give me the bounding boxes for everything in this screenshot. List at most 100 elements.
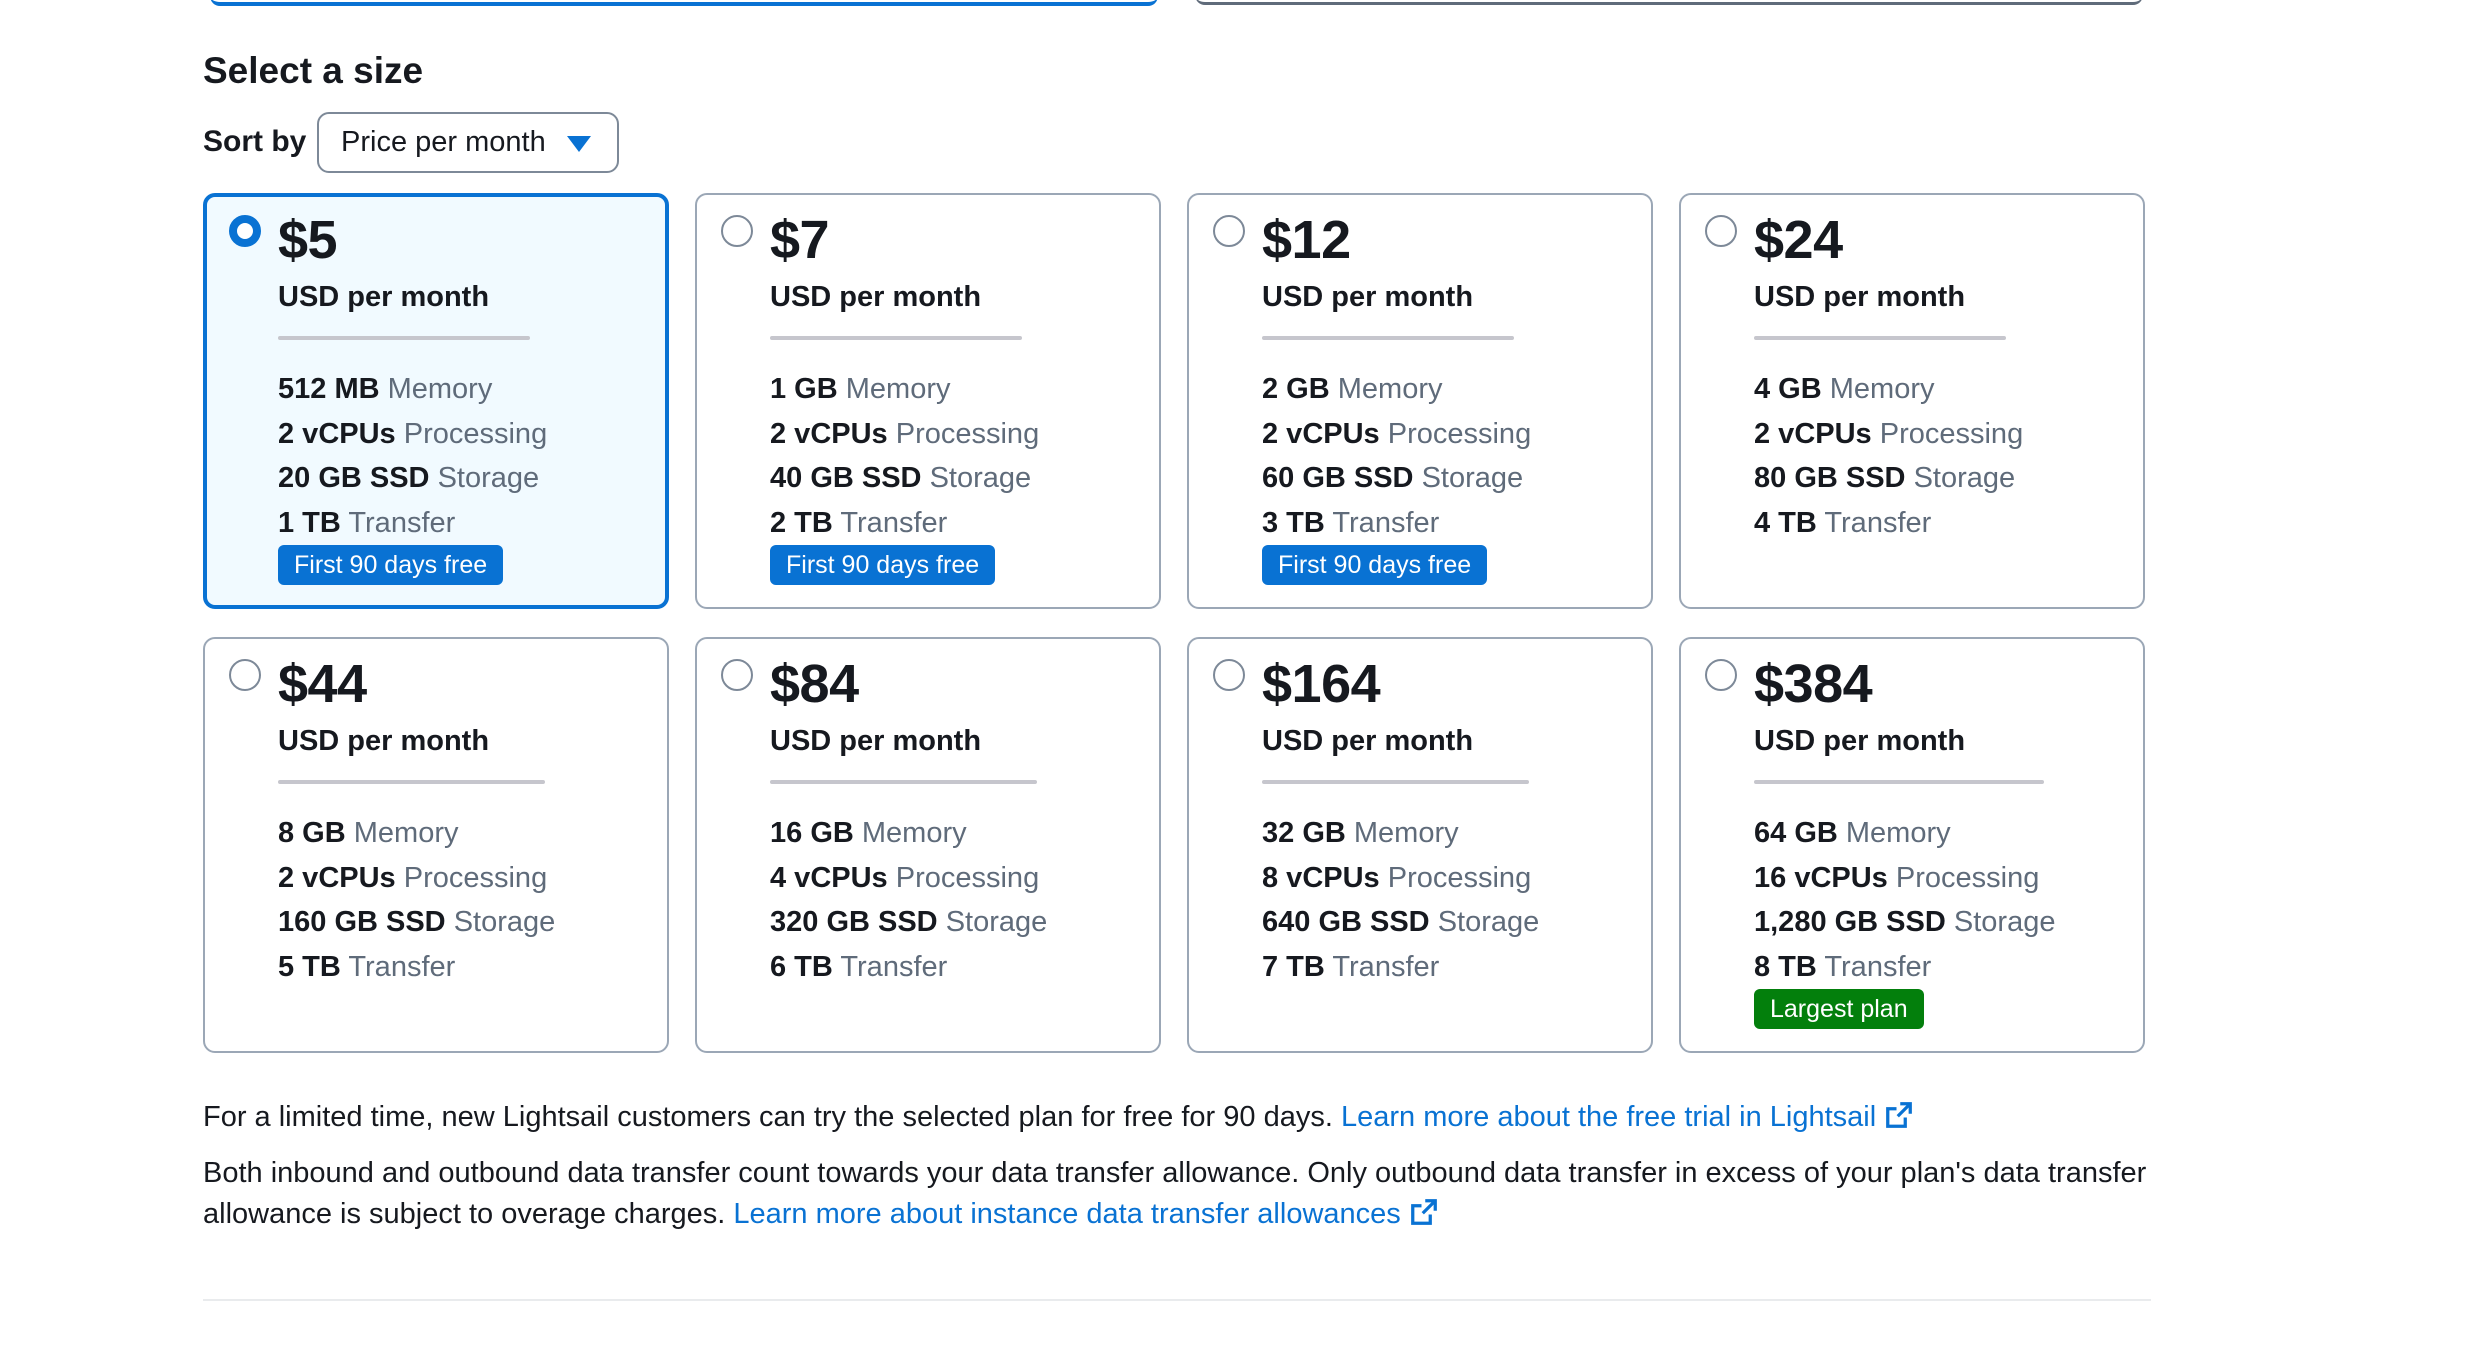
plan-storage-value: 640 GB SSD xyxy=(1262,906,1430,938)
sort-by-label: Sort by xyxy=(203,125,307,158)
plan-processing-label: Processing xyxy=(895,861,1040,894)
plan-specs: 32 GB Memory 8 vCPUs Processing 640 GB SSD… xyxy=(1262,811,1539,989)
plan-storage: 160 GB SSD Storage xyxy=(278,900,555,945)
plan-storage-label: Storage xyxy=(1437,906,1540,938)
free-trial-text: For a limited time, new Lightsail custom… xyxy=(203,1101,1333,1133)
plan-radio[interactable] xyxy=(1213,215,1245,247)
plan-processing: 8 vCPUs Processing xyxy=(1262,856,1539,901)
plan-memory-value: 8 GB xyxy=(278,817,346,849)
plan-grid: $5 USD per month 512 MB Memory 2 vCPUs Proc… xyxy=(203,193,2151,1056)
sort-by-select[interactable]: Price per month xyxy=(317,112,619,173)
plan-specs: 512 MB Memory 2 vCPUs Processing 20 GB SSD… xyxy=(278,367,547,545)
plan-period: USD per month xyxy=(1262,281,1474,313)
plan-memory-value: 1 GB xyxy=(770,373,838,405)
plan-card[interactable]: $384 USD per month 64 GB Memory 16 vCPUs Pr… xyxy=(1679,637,2145,1053)
plan-processing-label: Processing xyxy=(1387,861,1532,894)
plan-processing-value: 4 vCPUs xyxy=(770,861,888,894)
plan-period: USD per month xyxy=(770,281,982,313)
plan-card[interactable]: $5 USD per month 512 MB Memory 2 vCPUs Proc… xyxy=(203,193,669,609)
plan-processing: 2 vCPUs Processing xyxy=(1754,412,2023,457)
data-transfer-link[interactable]: Learn more about instance data transfer … xyxy=(733,1198,1438,1230)
plan-transfer: 2 TB Transfer xyxy=(770,501,1039,546)
plan-memory: 64 GB Memory xyxy=(1754,811,2055,856)
plan-storage-label: Storage xyxy=(945,906,1048,938)
plan-specs: 8 GB Memory 2 vCPUs Processing 160 GB SSD … xyxy=(278,811,555,989)
plan-card[interactable]: $44 USD per month 8 GB Memory 2 vCPUs Proce… xyxy=(203,637,669,1053)
plan-storage-label: Storage xyxy=(1421,462,1524,494)
plan-storage: 20 GB SSD Storage xyxy=(278,456,547,501)
plan-transfer-label: Transfer xyxy=(1332,506,1440,539)
plan-memory: 1 GB Memory xyxy=(770,367,1039,412)
plan-badge: First 90 days free xyxy=(278,545,504,585)
plan-price: $44 xyxy=(278,654,367,714)
plan-transfer-value: 1 TB xyxy=(278,506,341,539)
plan-radio[interactable] xyxy=(1705,659,1737,691)
plan-card[interactable]: $164 USD per month 32 GB Memory 8 vCPUs Pro… xyxy=(1187,637,1653,1053)
free-trial-link[interactable]: Learn more about the free trial in Light… xyxy=(1341,1101,1914,1133)
plan-storage: 40 GB SSD Storage xyxy=(770,456,1039,501)
plan-processing-label: Processing xyxy=(1387,417,1532,450)
plan-transfer: 3 TB Transfer xyxy=(1262,501,1531,546)
plan-processing-label: Processing xyxy=(1895,861,2040,894)
plan-transfer-label: Transfer xyxy=(1824,950,1932,983)
plan-processing: 2 vCPUs Processing xyxy=(770,412,1039,457)
plan-transfer: 6 TB Transfer xyxy=(770,945,1047,990)
plan-memory-value: 32 GB xyxy=(1262,817,1346,849)
plan-memory-value: 512 MB xyxy=(278,373,380,405)
plan-transfer-label: Transfer xyxy=(348,506,456,539)
plan-storage: 80 GB SSD Storage xyxy=(1754,456,2023,501)
plan-memory-label: Memory xyxy=(1829,373,1935,405)
plan-specs: 1 GB Memory 2 vCPUs Processing 40 GB SSD S… xyxy=(770,367,1039,545)
free-trial-link-label: Learn more about the free trial in Light… xyxy=(1340,1101,1877,1133)
plan-radio[interactable] xyxy=(721,659,753,691)
plan-processing-value: 2 vCPUs xyxy=(1262,417,1380,450)
plan-storage-value: 60 GB SSD xyxy=(1262,462,1414,494)
plan-transfer-value: 2 TB xyxy=(770,506,833,539)
plan-card[interactable]: $24 USD per month 4 GB Memory 2 vCPUs Proce… xyxy=(1679,193,2145,609)
plan-transfer-value: 4 TB xyxy=(1754,506,1817,539)
plan-badge: Largest plan xyxy=(1754,989,1924,1029)
top-selected-tab-edge xyxy=(210,0,1158,6)
plan-badge: First 90 days free xyxy=(770,545,996,585)
section-title: Select a size xyxy=(203,50,424,91)
plan-memory-label: Memory xyxy=(861,817,967,849)
plan-price: $7 xyxy=(770,210,830,270)
plan-period: USD per month xyxy=(278,725,490,757)
plan-radio[interactable] xyxy=(1213,659,1245,691)
plan-radio[interactable] xyxy=(229,659,261,691)
plan-processing: 2 vCPUs Processing xyxy=(1262,412,1531,457)
plan-price: $12 xyxy=(1262,210,1351,270)
plan-memory-value: 16 GB xyxy=(770,817,854,849)
plan-radio[interactable] xyxy=(229,215,261,247)
plan-transfer-value: 5 TB xyxy=(278,950,341,983)
plan-memory: 4 GB Memory xyxy=(1754,367,2023,412)
plan-badge: First 90 days free xyxy=(1262,545,1488,585)
plan-storage-label: Storage xyxy=(929,462,1032,494)
plan-period: USD per month xyxy=(278,281,490,313)
free-trial-note: For a limited time, new Lightsail custom… xyxy=(203,1097,2153,1138)
plan-price: $164 xyxy=(1262,654,1381,714)
plan-memory: 8 GB Memory xyxy=(278,811,555,856)
plan-storage: 640 GB SSD Storage xyxy=(1262,900,1539,945)
plan-storage: 320 GB SSD Storage xyxy=(770,900,1047,945)
plan-radio[interactable] xyxy=(721,215,753,247)
plan-transfer: 1 TB Transfer xyxy=(278,501,547,546)
plan-memory-label: Memory xyxy=(1353,817,1459,849)
plan-divider xyxy=(278,336,530,340)
plan-memory-value: 64 GB xyxy=(1754,817,1838,849)
plan-transfer-value: 8 TB xyxy=(1754,950,1817,983)
plan-storage-label: Storage xyxy=(437,462,540,494)
plan-processing-label: Processing xyxy=(403,861,548,894)
plan-card[interactable]: $7 USD per month 1 GB Memory 2 vCPUs Proces… xyxy=(695,193,1161,609)
plan-radio[interactable] xyxy=(1705,215,1737,247)
plan-transfer-label: Transfer xyxy=(1824,506,1932,539)
plan-specs: 64 GB Memory 16 vCPUs Processing 1,280 GB … xyxy=(1754,811,2055,989)
plan-card[interactable]: $12 USD per month 2 GB Memory 2 vCPUs Proce… xyxy=(1187,193,1653,609)
plan-specs: 2 GB Memory 2 vCPUs Processing 60 GB SSD S… xyxy=(1262,367,1531,545)
plan-storage-value: 320 GB SSD xyxy=(770,906,938,938)
plan-memory: 2 GB Memory xyxy=(1262,367,1531,412)
plan-transfer-value: 7 TB xyxy=(1262,950,1325,983)
plan-processing-value: 2 vCPUs xyxy=(1754,417,1872,450)
plan-memory-label: Memory xyxy=(1845,817,1951,849)
plan-card[interactable]: $84 USD per month 16 GB Memory 4 vCPUs Proc… xyxy=(695,637,1161,1053)
